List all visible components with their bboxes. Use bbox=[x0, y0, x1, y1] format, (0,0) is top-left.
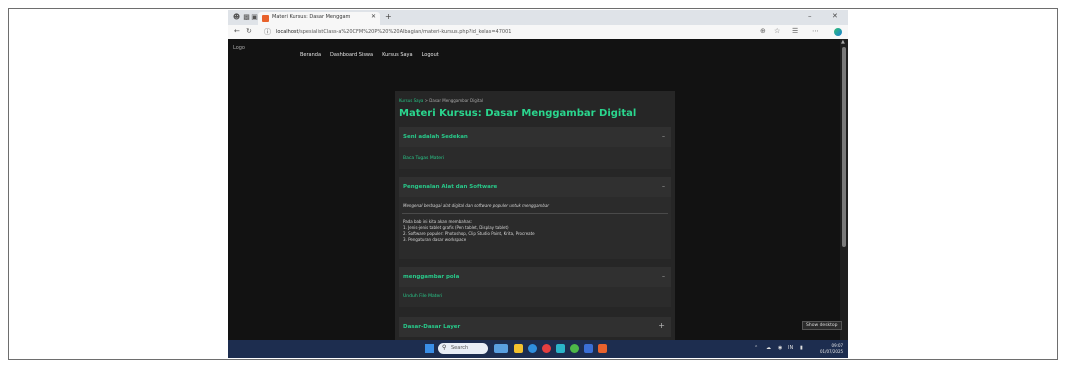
address-bar: ← ↻ ⓘ localhost/spesialistClass-a%20CFM%… bbox=[228, 25, 848, 39]
url-path: /spesialistClass-a%20CFM%20P%20%20Albagi… bbox=[298, 29, 512, 35]
refresh-icon[interactable]: ↻ bbox=[246, 27, 252, 35]
tray-chevron-icon[interactable]: ⌃ bbox=[754, 345, 758, 351]
nav-beranda[interactable]: Beranda bbox=[300, 52, 321, 58]
search-placeholder: Search bbox=[451, 345, 469, 351]
nav-logout[interactable]: Logout bbox=[422, 52, 439, 58]
module-title: Seni adalah Sedekan bbox=[403, 134, 468, 140]
url-host: localhost bbox=[276, 29, 299, 35]
title-bar: ☻ ▩ ▣ Materi Kursus: Dasar Menggam ✕ + –… bbox=[228, 10, 848, 25]
module-intro: Mengenal berbagai alat digital dan softw… bbox=[403, 203, 550, 208]
module-section: Pengenalan Alat dan Software – Mengenal … bbox=[399, 177, 671, 259]
widget-icon[interactable] bbox=[494, 344, 508, 353]
course-content-panel: Kursus Saya > Dasar Menggambar Digital M… bbox=[395, 91, 675, 340]
breadcrumb-current: Dasar Menggambar Digital bbox=[429, 98, 484, 103]
module-text-line: 2. Software populer: Photoshop, Clip Stu… bbox=[403, 231, 535, 236]
breadcrumb: Kursus Saya > Dasar Menggambar Digital bbox=[399, 98, 483, 103]
module-header[interactable]: Dasar-Dasar Layer + bbox=[399, 317, 671, 337]
divider bbox=[402, 213, 668, 214]
more-icon[interactable]: ⋯ bbox=[812, 27, 819, 35]
taskbar: ⚲ Search ⌃ ☁ ◉ IN ▮ 09:07 01/07/2025 bbox=[228, 340, 848, 358]
module-text-line: 3. Pengaturan dasar workspace bbox=[403, 237, 467, 242]
expand-icon[interactable]: + bbox=[658, 321, 665, 330]
page-scrollbar[interactable]: ▲ bbox=[840, 39, 848, 340]
clock-date: 01/07/2025 bbox=[820, 349, 844, 354]
new-tab-button[interactable]: + bbox=[385, 12, 392, 21]
module-body: Unduh File Materi bbox=[399, 287, 671, 307]
favicon-icon bbox=[262, 15, 269, 22]
show-desktop-tooltip: Show desktop bbox=[802, 321, 842, 330]
module-body: Mengenal berbagai alat digital dan softw… bbox=[399, 197, 671, 259]
logo-image[interactable]: Logo bbox=[233, 45, 245, 51]
website-viewport: Logo Beranda Dashboard Siswa Kursus Saya… bbox=[228, 39, 840, 340]
scroll-thumb[interactable] bbox=[842, 47, 846, 247]
module-title: Pengenalan Alat dan Software bbox=[403, 184, 498, 190]
material-link[interactable]: Baca Tugas Materi bbox=[403, 156, 444, 161]
main-nav: Beranda Dashboard Siswa Kursus Saya Logo… bbox=[300, 52, 439, 58]
profile-icon[interactable]: ☻ bbox=[232, 13, 241, 22]
module-text-line: 1. Jenis-jenis tablet grafis (Pen tablet… bbox=[403, 225, 509, 230]
favorite-star-icon[interactable]: ☆ bbox=[774, 27, 780, 35]
nav-dashboard-siswa[interactable]: Dashboard Siswa bbox=[330, 52, 373, 58]
module-section: menggambar pola – Unduh File Materi bbox=[399, 267, 671, 307]
module-body: Baca Tugas Materi bbox=[399, 147, 671, 169]
info-icon: ⓘ bbox=[264, 28, 271, 36]
scroll-up-icon[interactable]: ▲ bbox=[841, 39, 845, 45]
xampp-icon[interactable] bbox=[598, 344, 607, 353]
back-icon[interactable]: ← bbox=[234, 27, 240, 35]
collapse-icon[interactable]: – bbox=[662, 183, 665, 190]
search-icon: ⚲ bbox=[442, 344, 447, 351]
module-section: Seni adalah Sedekan – Baca Tugas Materi bbox=[399, 127, 671, 169]
edge-icon[interactable] bbox=[528, 344, 537, 353]
app-red-icon[interactable] bbox=[542, 344, 551, 353]
taskbar-clock[interactable]: 09:07 01/07/2025 bbox=[820, 343, 843, 355]
module-section: Dasar-Dasar Layer + bbox=[399, 317, 671, 337]
cloud-icon[interactable]: ☁ bbox=[766, 345, 771, 351]
module-text-line: Pada bab ini kita akan membahas: bbox=[403, 219, 473, 224]
vscode-icon[interactable] bbox=[556, 344, 565, 353]
module-header[interactable]: menggambar pola – bbox=[399, 267, 671, 287]
collapse-icon[interactable]: – bbox=[662, 273, 665, 280]
zoom-icon[interactable]: ⊕ bbox=[760, 27, 766, 35]
copilot-icon[interactable] bbox=[834, 28, 842, 36]
store-icon[interactable] bbox=[584, 344, 593, 353]
page: ☻ ▩ ▣ Materi Kursus: Dasar Menggam ✕ + –… bbox=[0, 0, 1065, 367]
browser-window: ☻ ▩ ▣ Materi Kursus: Dasar Menggam ✕ + –… bbox=[228, 10, 848, 358]
minimize-icon[interactable]: – bbox=[808, 12, 812, 20]
tab-title: Materi Kursus: Dasar Menggam bbox=[272, 14, 351, 20]
url-field[interactable]: localhost/spesialistClass-a%20CFM%20P%20… bbox=[276, 27, 756, 37]
windows-start-icon[interactable] bbox=[425, 344, 434, 353]
tab-active[interactable]: Materi Kursus: Dasar Menggam ✕ bbox=[258, 12, 380, 25]
battery-icon[interactable]: ▮ bbox=[800, 345, 803, 351]
language-indicator[interactable]: IN bbox=[788, 345, 793, 351]
nav-kursus-saya[interactable]: Kursus Saya bbox=[382, 52, 412, 58]
taskbar-search[interactable]: ⚲ Search bbox=[438, 343, 488, 354]
chrome-icon[interactable] bbox=[570, 344, 579, 353]
page-title: Materi Kursus: Dasar Menggambar Digital bbox=[399, 108, 637, 119]
module-header[interactable]: Pengenalan Alat dan Software – bbox=[399, 177, 671, 197]
file-explorer-icon[interactable] bbox=[514, 344, 523, 353]
module-header[interactable]: Seni adalah Sedekan – bbox=[399, 127, 671, 147]
favorites-icon[interactable]: ☰ bbox=[792, 27, 798, 35]
close-tab-icon[interactable]: ✕ bbox=[371, 13, 376, 20]
breadcrumb-link[interactable]: Kursus Saya bbox=[399, 98, 423, 103]
close-window-icon[interactable]: ✕ bbox=[832, 12, 838, 20]
collapse-icon[interactable]: – bbox=[662, 133, 665, 140]
download-link[interactable]: Unduh File Materi bbox=[403, 294, 442, 299]
wifi-icon[interactable]: ◉ bbox=[778, 345, 782, 351]
module-title: Dasar-Dasar Layer bbox=[403, 324, 461, 330]
module-title: menggambar pola bbox=[403, 274, 460, 280]
